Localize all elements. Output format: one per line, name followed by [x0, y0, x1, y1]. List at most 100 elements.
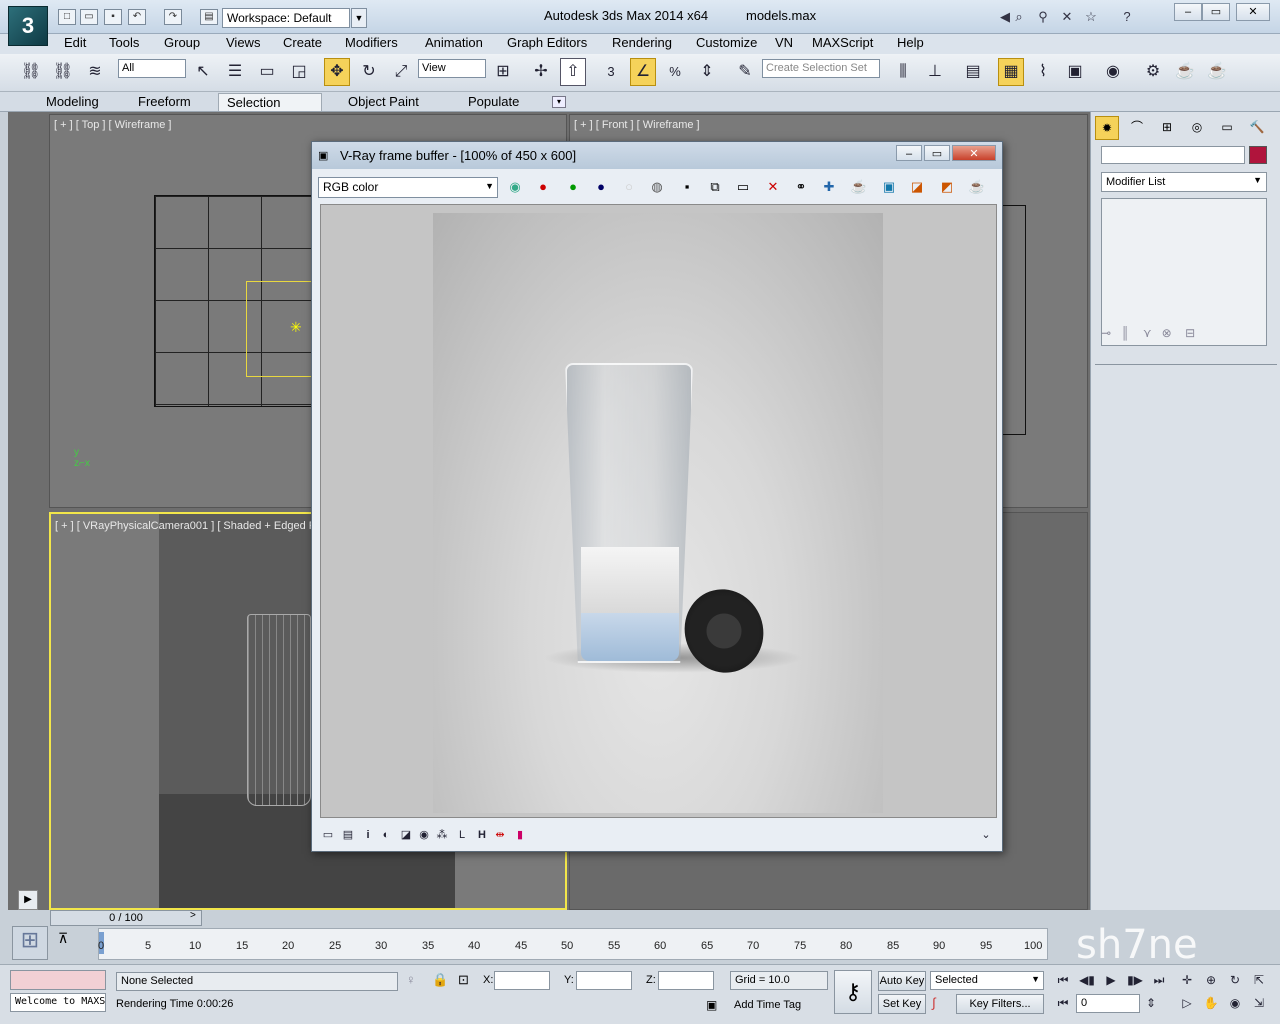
menu-tools[interactable]: Tools: [109, 35, 139, 50]
angle-snap-icon[interactable]: ∠: [630, 58, 656, 86]
save-all-icon[interactable]: ⧉: [704, 177, 726, 197]
orbit-subobject-icon[interactable]: ◉: [1226, 994, 1244, 1012]
play-icon[interactable]: ▶: [1102, 971, 1120, 989]
hierarchy-tab-icon[interactable]: ⊞: [1155, 116, 1179, 140]
track-bar-icon[interactable]: ⊼: [58, 930, 68, 947]
viewport-front-label[interactable]: [ + ] [ Front ] [ Wireframe ]: [574, 119, 700, 131]
favorite-star-icon[interactable]: ☆: [1082, 9, 1100, 25]
current-frame-field[interactable]: 0: [1076, 994, 1140, 1013]
exposure-icon[interactable]: ◉: [416, 827, 432, 843]
tab-populate[interactable]: Populate: [460, 93, 527, 111]
snap-toggle-icon[interactable]: 3: [598, 58, 624, 86]
scale-icon[interactable]: ⤢: [388, 58, 414, 86]
time-slider[interactable]: 0 / 100: [50, 910, 202, 926]
z-coord-field[interactable]: [658, 971, 714, 990]
clear-image-icon[interactable]: ✕: [762, 177, 784, 197]
minimize-button[interactable]: –: [1174, 3, 1202, 21]
maximize-button[interactable]: ▭: [1202, 3, 1230, 21]
render-production-icon[interactable]: ☕: [1204, 58, 1230, 86]
tab-freeform[interactable]: Freeform: [130, 93, 199, 111]
exchange-icon[interactable]: ⚲: [1034, 9, 1052, 25]
render-teapot-icon[interactable]: ☕: [966, 177, 988, 197]
x-coord-field[interactable]: [494, 971, 550, 990]
modifier-stack[interactable]: [1101, 198, 1267, 346]
keyboard-shortcut-icon[interactable]: ⇧: [560, 58, 586, 86]
red-channel-icon[interactable]: ●: [532, 177, 554, 197]
key-tangent-icon[interactable]: ∫: [932, 995, 936, 1010]
pixel-info-icon[interactable]: ▤: [340, 827, 356, 843]
menu-edit[interactable]: Edit: [64, 35, 86, 50]
vfb-minimize-button[interactable]: –: [896, 145, 922, 161]
stereo-icon[interactable]: ▮: [512, 827, 528, 843]
min-max-toggle-icon[interactable]: ⇲: [1250, 994, 1268, 1012]
rendered-frame-icon[interactable]: ☕: [1172, 58, 1198, 86]
link-to-frame-icon[interactable]: ▣: [878, 177, 900, 197]
binoculars-icon[interactable]: ⌕: [1010, 9, 1028, 25]
menu-graph-editors[interactable]: Graph Editors: [507, 35, 587, 50]
key-mode-dropdown[interactable]: Selected ▼: [930, 971, 1044, 990]
select-object-icon[interactable]: ↖: [190, 58, 216, 86]
project-folder-icon[interactable]: ▤: [200, 9, 218, 25]
menu-views[interactable]: Views: [226, 35, 260, 50]
align-icon[interactable]: ⊥: [922, 58, 948, 86]
zoom-all-icon[interactable]: ⊕: [1202, 971, 1220, 989]
utilities-tab-icon[interactable]: 🔨: [1245, 116, 1269, 140]
material-editor-icon[interactable]: ◉: [1100, 58, 1126, 86]
object-color-swatch[interactable]: [1249, 146, 1267, 164]
menu-group[interactable]: Group: [164, 35, 200, 50]
help-icon[interactable]: ?: [1118, 9, 1136, 25]
add-time-tag[interactable]: Add Time Tag: [734, 999, 801, 1011]
mirror-icon[interactable]: ⫼: [890, 58, 916, 86]
modifier-list-dropdown[interactable]: Modifier List ▼: [1101, 172, 1267, 192]
show-corrections-icon[interactable]: ▭: [320, 827, 336, 843]
app-logo-icon[interactable]: 3: [8, 6, 48, 46]
maxscript-listener[interactable]: Welcome to MAXS: [10, 993, 106, 1012]
menu-animation[interactable]: Animation: [425, 35, 483, 50]
open-file-icon[interactable]: ▭: [80, 9, 98, 25]
menu-maxscript[interactable]: MAXScript: [812, 35, 873, 50]
track-mouse-icon[interactable]: ⚭: [790, 177, 812, 197]
save-image-icon[interactable]: ▪: [676, 177, 698, 197]
srgb-icon[interactable]: ⁂: [434, 827, 450, 843]
motion-tab-icon[interactable]: ◎: [1185, 116, 1209, 140]
time-tag-icon[interactable]: ▣: [706, 998, 717, 1012]
load-image-icon[interactable]: ▭: [732, 177, 754, 197]
spinner-snap-icon[interactable]: ⇕: [694, 58, 720, 86]
vfb-canvas[interactable]: [320, 204, 997, 818]
workspace-arrow-icon[interactable]: ▼: [351, 8, 367, 28]
close-button[interactable]: ✕: [1236, 3, 1270, 21]
lut-icon[interactable]: L: [454, 827, 470, 843]
viewport-top-label[interactable]: [ + ] [ Top ] [ Wireframe ]: [54, 119, 171, 131]
select-by-name-icon[interactable]: ☰: [222, 58, 248, 86]
menu-rendering[interactable]: Rendering: [612, 35, 672, 50]
vray-frame-buffer-window[interactable]: V-Ray frame buffer - [100% of 450 x 600]…: [311, 141, 1003, 852]
manipulate-icon[interactable]: ✢: [528, 58, 554, 86]
goto-end-icon[interactable]: ⏭: [1150, 971, 1168, 989]
menu-customize[interactable]: Customize: [696, 35, 757, 50]
edit-named-sets-icon[interactable]: ✎: [732, 58, 758, 86]
bind-spacewarp-icon[interactable]: ≋: [82, 58, 108, 86]
new-file-icon[interactable]: □: [58, 9, 76, 25]
zoom-extents-icon[interactable]: ▷: [1178, 994, 1196, 1012]
key-filters-button[interactable]: Key Filters...: [956, 994, 1044, 1014]
redo-icon[interactable]: ↷: [164, 9, 182, 25]
display-tab-icon[interactable]: ▭: [1215, 116, 1239, 140]
selection-set-dropdown[interactable]: Create Selection Set: [762, 59, 880, 78]
zoom-icon[interactable]: ✛: [1178, 971, 1196, 989]
object-name-field[interactable]: [1101, 146, 1245, 164]
ab-compare-h-icon[interactable]: ◩: [936, 177, 958, 197]
workspace-dropdown[interactable]: Workspace: Default: [222, 8, 350, 28]
set-key-icon[interactable]: ⚷: [834, 970, 872, 1014]
region-render-icon[interactable]: ✚: [818, 177, 840, 197]
stack-tools-icons[interactable]: ⊸ ║ ⋎ ⊗ ⊟: [1101, 326, 1271, 344]
create-tab-icon[interactable]: ✹: [1095, 116, 1119, 140]
vfb-channel-dropdown[interactable]: RGB color ▼: [318, 177, 498, 198]
selection-lock-icon[interactable]: 🔒: [432, 972, 448, 988]
alpha-channel-icon[interactable]: ○: [618, 177, 640, 197]
pivot-center-icon[interactable]: ⊞: [490, 58, 516, 86]
rect-selection-icon[interactable]: ▭: [254, 58, 280, 86]
menu-vn[interactable]: VN: [775, 35, 793, 50]
window-crossing-icon[interactable]: ◲: [286, 58, 312, 86]
menu-help[interactable]: Help: [897, 35, 924, 50]
vfb-maximize-button[interactable]: ▭: [924, 145, 950, 161]
